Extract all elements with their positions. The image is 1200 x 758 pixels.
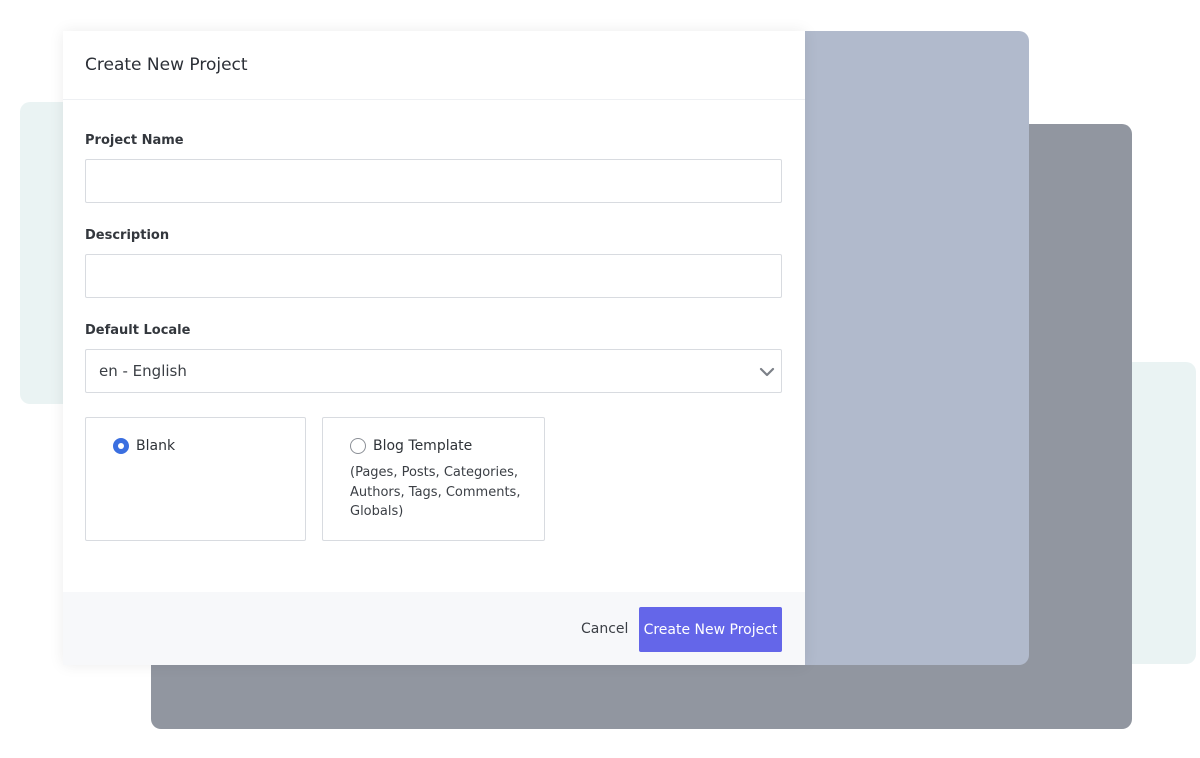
default-locale-value: en - English xyxy=(99,362,187,380)
modal-header: Create New Project xyxy=(63,31,805,100)
create-project-modal: Create New Project Project Name Descript… xyxy=(63,31,805,665)
default-locale-select[interactable]: en - English xyxy=(85,349,782,393)
description-label: Description xyxy=(85,228,170,243)
template-option-blank[interactable]: Blank xyxy=(85,417,306,541)
description-input[interactable] xyxy=(85,254,782,298)
modal-title: Create New Project xyxy=(85,55,248,75)
project-name-input[interactable] xyxy=(85,159,782,203)
project-name-label: Project Name xyxy=(85,133,184,148)
create-project-button[interactable]: Create New Project xyxy=(639,607,782,652)
chevron-down-icon xyxy=(759,367,775,377)
default-locale-label: Default Locale xyxy=(85,323,191,338)
blog-template-description: (Pages, Posts, Categories, Authors, Tags… xyxy=(350,465,521,519)
blank-radio[interactable] xyxy=(113,438,129,454)
screen: Create New Project Project Name Descript… xyxy=(0,0,1200,758)
blank-option-label: Blank xyxy=(136,438,176,454)
cancel-button[interactable]: Cancel xyxy=(581,621,628,637)
modal-footer: Cancel Create New Project xyxy=(63,592,805,665)
template-option-blog[interactable]: Blog Template (Pages, Posts, Categories,… xyxy=(322,417,545,541)
blog-template-option-label: Blog Template xyxy=(373,438,473,454)
blog-template-radio[interactable] xyxy=(350,438,366,454)
